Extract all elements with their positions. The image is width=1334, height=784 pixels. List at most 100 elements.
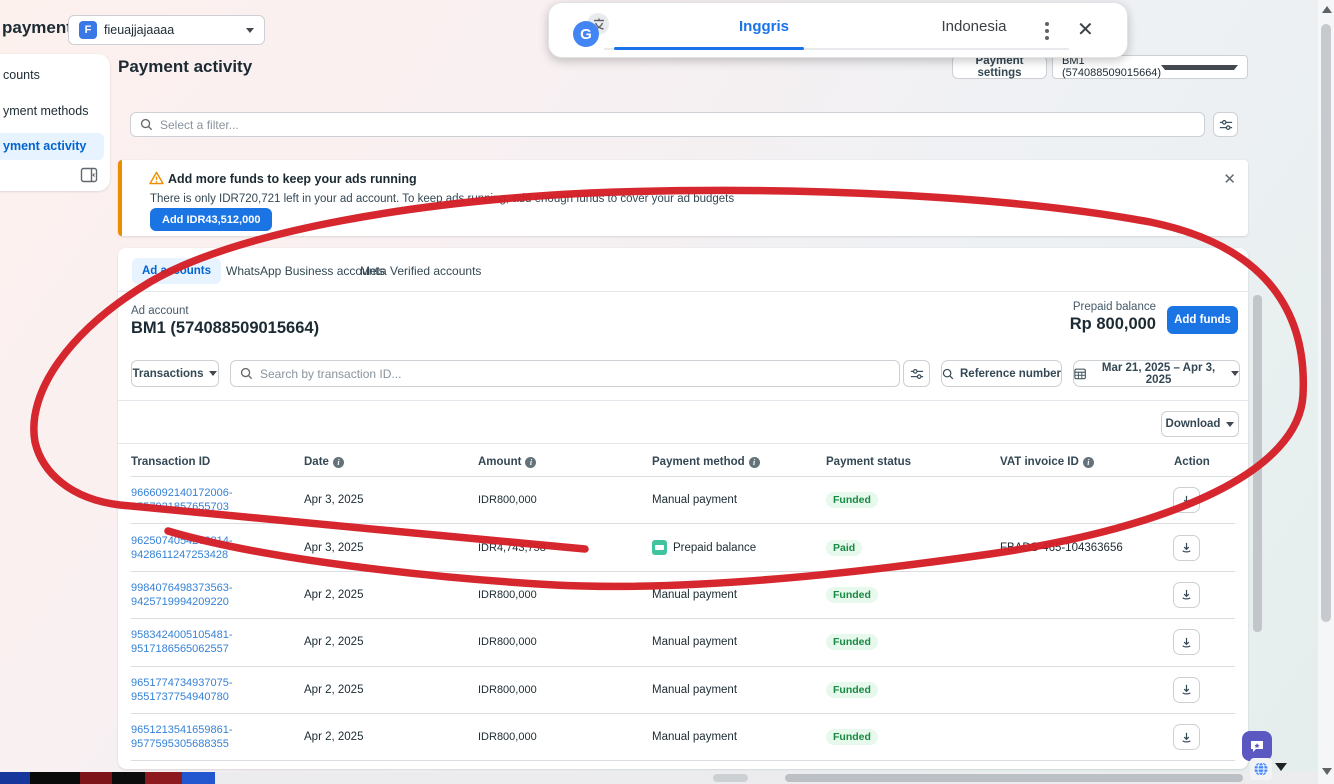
chat-widget-button[interactable] — [1242, 731, 1272, 761]
business-selector-dropdown[interactable]: F fieuajjajaaaa — [68, 15, 265, 45]
info-icon[interactable]: i — [333, 457, 344, 468]
add-funds-alert-button[interactable]: Add IDR43,512,000 — [150, 208, 272, 231]
transaction-id-link[interactable]: 9666092140172006-9557921857655703 — [131, 486, 304, 514]
account-selector-dropdown[interactable]: BM1 (574088509015664) — [1052, 55, 1248, 79]
low-funds-alert: Add more funds to keep your ads running … — [118, 160, 1248, 236]
amount-cell: IDR800,000 — [478, 684, 652, 696]
scroll-up-icon[interactable] — [1322, 6, 1332, 13]
payment-status-cell: Paid — [826, 540, 1000, 556]
download-invoice-button[interactable] — [1173, 535, 1200, 561]
globe-icon[interactable] — [1250, 758, 1272, 780]
chat-bubble-icon — [1249, 738, 1265, 754]
transaction-id-link[interactable]: 9625074054273814-9428611247253428 — [131, 534, 304, 562]
download-button[interactable]: Download — [1161, 411, 1239, 437]
transactions-type-dropdown[interactable]: Transactions — [131, 360, 219, 387]
search-adjust-button[interactable] — [903, 360, 930, 387]
transaction-search-placeholder: Search by transaction ID... — [260, 367, 401, 381]
warning-icon — [149, 171, 164, 190]
filter-input[interactable]: Select a filter... — [130, 112, 1205, 137]
sidebar-item-accounts[interactable]: counts — [3, 68, 40, 82]
translate-popup: G Inggris Indonesia ✕ — [548, 2, 1128, 58]
scroll-down-icon[interactable] — [1322, 768, 1332, 775]
date-cell: Apr 2, 2025 — [304, 589, 478, 601]
status-badge: Paid — [826, 540, 862, 556]
chevron-down-icon — [1231, 371, 1239, 376]
date-cell: Apr 2, 2025 — [304, 636, 478, 648]
ad-account-name: BM1 (574088509015664) — [131, 319, 319, 338]
amount-cell: IDR4,743,758 — [478, 542, 652, 554]
download-invoice-button[interactable] — [1173, 724, 1200, 750]
transaction-id-link[interactable]: 9651213541659861-9577595305688355 — [131, 723, 304, 751]
filter-placeholder: Select a filter... — [160, 118, 239, 132]
transaction-id-link[interactable]: 9651774734937075-9551737754940780 — [131, 676, 304, 704]
payment-method-cell: Manual payment — [652, 494, 826, 506]
amount-cell: IDR800,000 — [478, 636, 652, 648]
download-label: Download — [1166, 418, 1221, 430]
horizontal-scrollbar-thumb[interactable] — [785, 774, 1243, 782]
download-invoice-button[interactable] — [1173, 629, 1200, 655]
info-icon[interactable]: i — [525, 457, 536, 468]
translate-tab-target[interactable]: Indonesia — [849, 3, 1099, 49]
transactions-table: Transaction IDDateiAmountiPayment method… — [131, 448, 1235, 761]
window-scrollbar-thumb[interactable] — [1321, 24, 1331, 622]
transaction-id-link[interactable]: 9583424005105481-9517186565062557 — [131, 628, 304, 656]
sidebar: counts yment methods yment activity — [0, 54, 110, 191]
transaction-id-link[interactable]: 9984076498373563-9425719994209220 — [131, 581, 304, 609]
table-row: 9583424005105481-9517186565062557Apr 2, … — [131, 619, 1235, 666]
table-header-row: Transaction IDDateiAmountiPayment method… — [131, 448, 1235, 477]
caret-down-icon[interactable] — [1275, 763, 1287, 771]
column-header-payment-status: Payment status — [826, 456, 1000, 468]
status-badge: Funded — [826, 634, 878, 650]
close-icon[interactable]: ✕ — [1223, 170, 1236, 188]
horizontal-scrollbar-segment — [713, 774, 748, 782]
content-scrollbar-thumb[interactable] — [1253, 295, 1262, 632]
search-icon — [140, 118, 153, 131]
table-row: 9984076498373563-9425719994209220Apr 2, … — [131, 572, 1235, 619]
column-header-date: Datei — [304, 456, 478, 468]
download-icon — [1180, 731, 1193, 744]
date-cell: Apr 3, 2025 — [304, 542, 478, 554]
info-icon[interactable]: i — [1083, 457, 1094, 468]
table-row: 9666092140172006-9557921857655703Apr 3, … — [131, 477, 1235, 524]
business-avatar: F — [79, 21, 97, 39]
prepaid-balance-icon — [652, 540, 667, 555]
sliders-icon — [1219, 118, 1233, 132]
calendar-icon — [1074, 367, 1086, 380]
tab-meta-verified-accounts[interactable]: Meta Verified accounts — [350, 258, 491, 284]
payment-settings-button[interactable]: Payment settings — [952, 55, 1047, 79]
download-invoice-button[interactable] — [1173, 487, 1200, 513]
close-icon[interactable]: ✕ — [1077, 17, 1094, 43]
reference-number-label: Reference number — [960, 368, 1061, 380]
filter-adjust-button[interactable] — [1213, 112, 1238, 137]
info-icon[interactable]: i — [749, 457, 760, 468]
column-header-payment-method: Payment methodi — [652, 456, 826, 468]
date-cell: Apr 3, 2025 — [304, 494, 478, 506]
payment-method-cell: Manual payment — [652, 589, 826, 601]
reference-number-button[interactable]: Reference number — [941, 360, 1062, 387]
divider — [118, 443, 1248, 444]
status-badge: Funded — [826, 682, 878, 698]
tab-ad-accounts[interactable]: Ad accounts — [132, 258, 221, 284]
date-range-button[interactable]: Mar 21, 2025 – Apr 3, 2025 — [1073, 360, 1240, 387]
prepaid-balance-label: Prepaid balance — [1073, 301, 1156, 313]
date-range-value: Mar 21, 2025 – Apr 3, 2025 — [1092, 362, 1225, 386]
sidebar-item-payment-activity[interactable]: yment activity — [3, 139, 86, 153]
page-title: Payment activity — [118, 57, 252, 77]
chevron-down-icon — [246, 28, 254, 33]
sidebar-item-payment-methods[interactable]: yment methods — [3, 104, 88, 118]
prepaid-balance-value: Rp 800,000 — [1070, 315, 1156, 334]
more-options-icon[interactable] — [1039, 17, 1055, 45]
sidebar-collapse-icon[interactable] — [80, 166, 98, 184]
table-body: 9666092140172006-9557921857655703Apr 3, … — [131, 477, 1235, 761]
status-badge: Funded — [826, 492, 878, 508]
amount-cell: IDR800,000 — [478, 494, 652, 506]
transaction-search-input[interactable]: Search by transaction ID... — [230, 360, 900, 387]
payment-status-cell: Funded — [826, 587, 1000, 603]
table-row: 9651213541659861-9577595305688355Apr 2, … — [131, 714, 1235, 761]
add-funds-button[interactable]: Add funds — [1167, 306, 1238, 334]
transactions-type-value: Transactions — [133, 368, 204, 380]
download-invoice-button[interactable] — [1173, 677, 1200, 703]
download-icon — [1180, 541, 1193, 554]
download-icon — [1180, 636, 1193, 649]
download-invoice-button[interactable] — [1173, 582, 1200, 608]
